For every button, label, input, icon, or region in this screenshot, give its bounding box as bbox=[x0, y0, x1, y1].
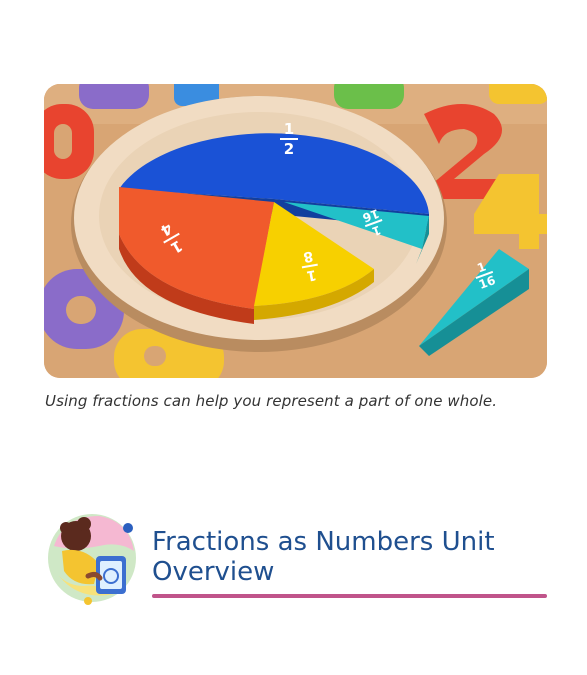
photo-caption: Using fractions can help you represent a… bbox=[45, 392, 498, 410]
fraction-pie-photo: 1 2 1 4 1 8 1 16 1 16 bbox=[44, 84, 547, 378]
fraction-pie-illustration: 1 2 1 4 1 8 1 16 1 16 bbox=[44, 84, 547, 378]
section-title: Fractions as Numbers Unit Overview bbox=[152, 527, 532, 587]
label-half-den: 2 bbox=[284, 140, 294, 158]
label-half-num: 1 bbox=[284, 120, 294, 138]
student-tablet-icon bbox=[44, 506, 142, 606]
section-title-line1: Fractions as Numbers Unit bbox=[152, 527, 495, 557]
number-block-zero bbox=[44, 104, 94, 179]
title-underline-divider bbox=[152, 594, 547, 598]
section-title-line2: Overview bbox=[152, 557, 275, 587]
